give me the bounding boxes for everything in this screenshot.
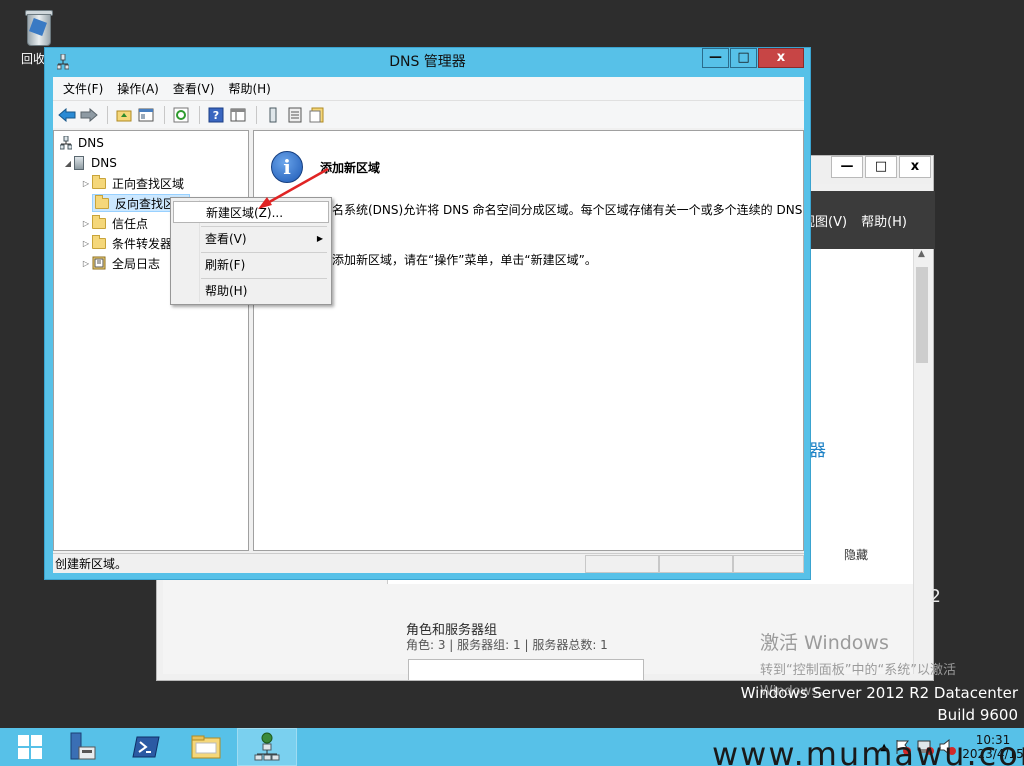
list-icon[interactable]	[285, 105, 305, 125]
menu-bar: 文件(F) 操作(A) 查看(V) 帮助(H)	[53, 77, 804, 100]
role-card[interactable]	[408, 659, 644, 681]
menu-item-label: 查看(V)	[205, 232, 247, 246]
expand-arrow-icon[interactable]: ▷	[80, 219, 92, 228]
menu-item-help[interactable]: 帮助(H)	[173, 280, 329, 302]
submenu-arrow-icon: ▶	[316, 234, 323, 243]
server-edition-info: Windows Server 2012 R2 Datacenter Build …	[741, 682, 1018, 726]
menu-item-view[interactable]: 查看(V)	[173, 228, 329, 250]
tree-item-label: 全局日志	[112, 256, 161, 271]
tree-item-conditional-forwarders[interactable]: ▷ 条件转发器	[80, 233, 172, 253]
file-explorer-taskbar-button[interactable]	[176, 728, 236, 766]
powershell-icon	[132, 736, 160, 758]
tree-item-label: 条件转发器	[112, 236, 173, 251]
back-arrow-icon[interactable]	[57, 105, 77, 125]
recycle-bin-icon	[22, 6, 56, 48]
build-number: Build 9600	[937, 706, 1018, 724]
folder-icon	[92, 174, 106, 189]
dns-root-icon	[60, 136, 72, 150]
up-folder-icon[interactable]	[114, 105, 134, 125]
vertical-scrollbar[interactable]: ▲	[913, 249, 929, 674]
folder-icon	[95, 194, 109, 209]
toolbar: ?	[53, 100, 804, 128]
show-hide-tree-icon[interactable]	[136, 105, 156, 125]
properties-icon[interactable]	[307, 105, 327, 125]
console-view-icon[interactable]	[228, 105, 248, 125]
event-log-icon	[92, 256, 106, 270]
folder-icon	[191, 735, 221, 759]
menu-help[interactable]: 帮助(H)	[228, 80, 270, 97]
tree-root-label: DNS	[78, 136, 104, 150]
tree-item-label: 正向查找区域	[112, 176, 185, 191]
collapse-arrow-icon[interactable]: ◢	[62, 159, 74, 168]
dns-window-title: DNS 管理器	[389, 54, 466, 70]
dns-body: DNS ◢ DNS ▷ 正向查找区域 反向查找区域 ▷ 信任点 ▷ 条件转发器 …	[53, 128, 804, 553]
svg-text:?: ?	[213, 109, 219, 122]
server-manager-icon	[70, 732, 96, 760]
folder-icon	[92, 234, 106, 249]
refresh-icon[interactable]	[171, 105, 191, 125]
status-bar: 创建新区域。	[53, 553, 804, 573]
server-edition: Windows Server 2012 R2 Datacenter	[740, 684, 1018, 702]
activation-line1: 转到“控制面板”中的“系统”以激活	[760, 663, 956, 678]
menu-item-refresh[interactable]: 刷新(F)	[173, 254, 329, 276]
info-description: 域名系统(DNS)允许将 DNS 命名空间分成区域。每个区域存储有关一个或多个连…	[320, 203, 803, 217]
expand-arrow-icon[interactable]: ▷	[80, 179, 92, 188]
tree-item-label: 信任点	[112, 216, 149, 231]
server-manager-menu: 视图(V) 帮助(H)	[802, 211, 907, 230]
menu-view[interactable]: 查看(V)	[173, 80, 215, 97]
maximize-button[interactable]: □	[865, 156, 897, 178]
start-button[interactable]	[0, 728, 60, 766]
folder-icon	[92, 214, 106, 229]
status-text: 创建新区域。	[55, 557, 128, 571]
expand-arrow-icon[interactable]: ▷	[80, 239, 92, 248]
dns-manager-window[interactable]: DNS 管理器 — □ x 文件(F) 操作(A) 查看(V) 帮助(H) ?	[44, 47, 811, 580]
minimize-button[interactable]: —	[831, 156, 863, 178]
maximize-button[interactable]: □	[730, 48, 757, 68]
red-annotation-arrow	[258, 167, 329, 209]
scroll-up-icon[interactable]: ▲	[914, 249, 929, 265]
menu-help[interactable]: 帮助(H)	[861, 211, 907, 230]
dns-app-icon	[254, 732, 280, 761]
blue-link-fragment[interactable]: 器	[809, 436, 826, 461]
activation-title: 激活 Windows	[760, 632, 889, 654]
tree-item-global-logs[interactable]: ▷ 全局日志	[80, 253, 160, 273]
expand-arrow-icon[interactable]: ▷	[80, 259, 92, 268]
server-manager-taskbar-button[interactable]	[52, 728, 112, 766]
close-button[interactable]: x	[758, 48, 804, 68]
tree-server-dns[interactable]: ◢ DNS	[62, 153, 117, 173]
help-icon[interactable]: ?	[206, 105, 226, 125]
tree-server-label: DNS	[91, 156, 117, 170]
roles-subtitle: 角色: 3 | 服务器组: 1 | 服务器总数: 1	[406, 638, 608, 652]
dns-manager-taskbar-button[interactable]	[237, 728, 297, 766]
server-icon[interactable]	[263, 105, 283, 125]
tree-item-trust-points[interactable]: ▷ 信任点	[80, 213, 148, 233]
tree-item-forward-lookup[interactable]: ▷ 正向查找区域	[80, 173, 184, 193]
powershell-taskbar-button[interactable]	[116, 728, 176, 766]
forward-arrow-icon[interactable]	[79, 105, 99, 125]
site-watermark: www.mumawu.com	[712, 735, 1024, 766]
hide-link[interactable]: 隐藏	[844, 546, 868, 563]
menu-file[interactable]: 文件(F)	[63, 80, 103, 97]
server-icon	[74, 156, 84, 170]
scrollbar-thumb[interactable]	[916, 267, 928, 363]
minimize-button[interactable]: —	[702, 48, 729, 68]
windows-logo-icon	[18, 735, 42, 759]
edge-fragment: 2	[929, 586, 941, 607]
details-pane[interactable]: i 添加新区域 域名系统(DNS)允许将 DNS 命名空间分成区域。每个区域存储…	[253, 130, 804, 551]
console-tree[interactable]: DNS ◢ DNS ▷ 正向查找区域 反向查找区域 ▷ 信任点 ▷ 条件转发器 …	[53, 130, 249, 551]
close-button[interactable]: x	[899, 156, 931, 178]
tree-root-dns[interactable]: DNS	[60, 133, 104, 153]
menu-action[interactable]: 操作(A)	[117, 80, 159, 97]
info-instruction: 要添加新区域，请在“操作”菜单，单击“新建区域”。	[320, 253, 597, 267]
